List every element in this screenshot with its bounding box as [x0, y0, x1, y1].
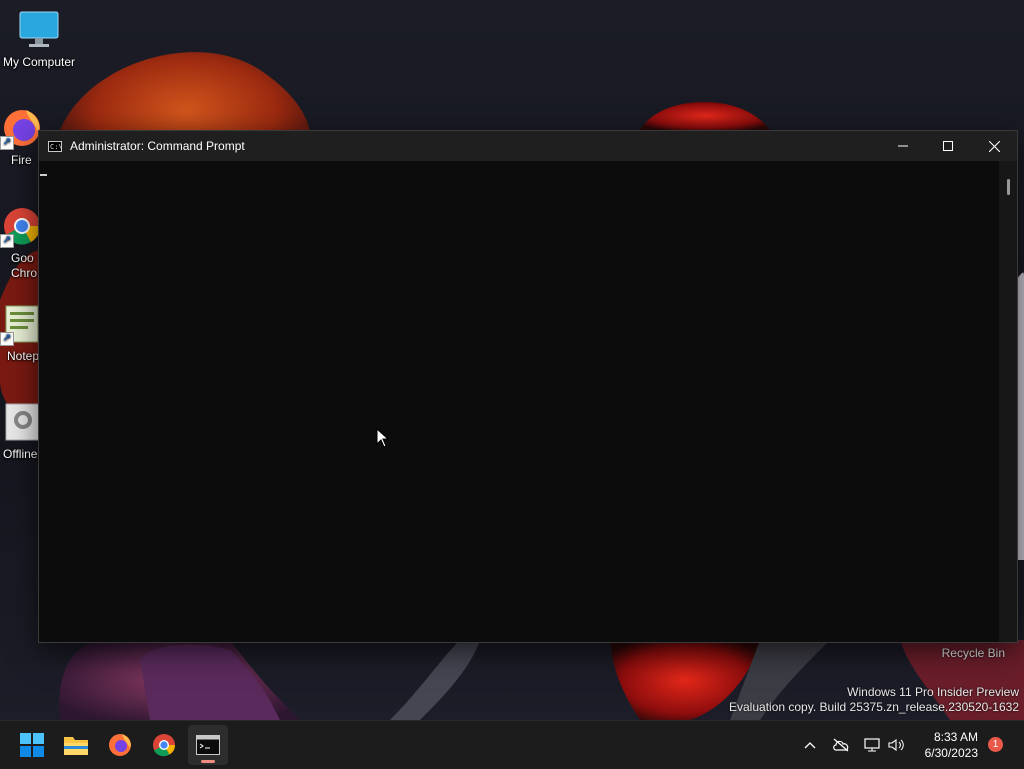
- scrollbar-thumb[interactable]: [1007, 179, 1010, 195]
- text-cursor: [40, 174, 47, 176]
- cmd-app-icon[interactable]: C:\: [48, 140, 63, 152]
- minimize-icon: [898, 145, 908, 147]
- mouse-pointer-icon: [376, 428, 390, 448]
- firefox-icon: [109, 734, 131, 756]
- watermark-edition: Windows 11 Pro Insider Preview: [847, 685, 1019, 699]
- network-icon: [864, 738, 880, 752]
- shortcut-arrow-icon: ↗: [0, 332, 14, 346]
- close-icon: [988, 140, 1000, 152]
- maximize-button[interactable]: [925, 131, 971, 161]
- volume-button[interactable]: [886, 721, 908, 769]
- close-button[interactable]: [971, 131, 1017, 161]
- active-app-indicator: [201, 760, 215, 763]
- taskbar-file-explorer[interactable]: [56, 725, 96, 765]
- taskbar: 8:33 AM 6/30/2023 1: [0, 720, 1024, 769]
- taskbar-firefox[interactable]: [100, 725, 140, 765]
- chrome-icon: [153, 734, 175, 757]
- taskbar-command-prompt[interactable]: [188, 725, 228, 765]
- onedrive-status-button[interactable]: [830, 721, 852, 769]
- shortcut-arrow-icon: ↗: [0, 136, 14, 150]
- vertical-scrollbar[interactable]: [999, 161, 1017, 642]
- taskbar-chrome[interactable]: [144, 725, 184, 765]
- command-prompt-window[interactable]: C:\ Administrator: Command Prompt: [38, 130, 1018, 643]
- notification-badge[interactable]: 1: [988, 737, 1003, 752]
- desktop-icon-label: My Computer: [2, 55, 76, 69]
- shortcut-arrow-icon: ↗: [0, 234, 14, 248]
- clock-button[interactable]: 8:33 AM 6/30/2023: [925, 729, 978, 761]
- window-title: Administrator: Command Prompt: [70, 139, 245, 153]
- clock-time: 8:33 AM: [933, 730, 978, 744]
- terminal-icon: [196, 735, 220, 755]
- minimize-button[interactable]: [880, 131, 926, 161]
- folder-icon: [64, 737, 88, 755]
- cloud-offline-icon: [833, 738, 849, 752]
- maximize-icon: [943, 141, 953, 151]
- clock-date: 6/30/2023: [924, 746, 978, 760]
- windows-start-icon: [20, 733, 44, 757]
- chevron-up-icon: [804, 742, 816, 749]
- volume-icon: [888, 738, 904, 752]
- console-output-area[interactable]: [39, 161, 999, 642]
- window-titlebar[interactable]: C:\ Administrator: Command Prompt: [39, 131, 1017, 161]
- watermark-build: Evaluation copy. Build 25375.zn_release.…: [729, 700, 1019, 714]
- start-button[interactable]: [12, 725, 52, 765]
- network-button[interactable]: [862, 721, 884, 769]
- show-hidden-icons-button[interactable]: [800, 721, 820, 769]
- desktop-icon-my-computer[interactable]: My Computer: [0, 8, 78, 70]
- monitor-icon: [17, 8, 61, 52]
- recycle-bin-label[interactable]: Recycle Bin: [942, 646, 1005, 660]
